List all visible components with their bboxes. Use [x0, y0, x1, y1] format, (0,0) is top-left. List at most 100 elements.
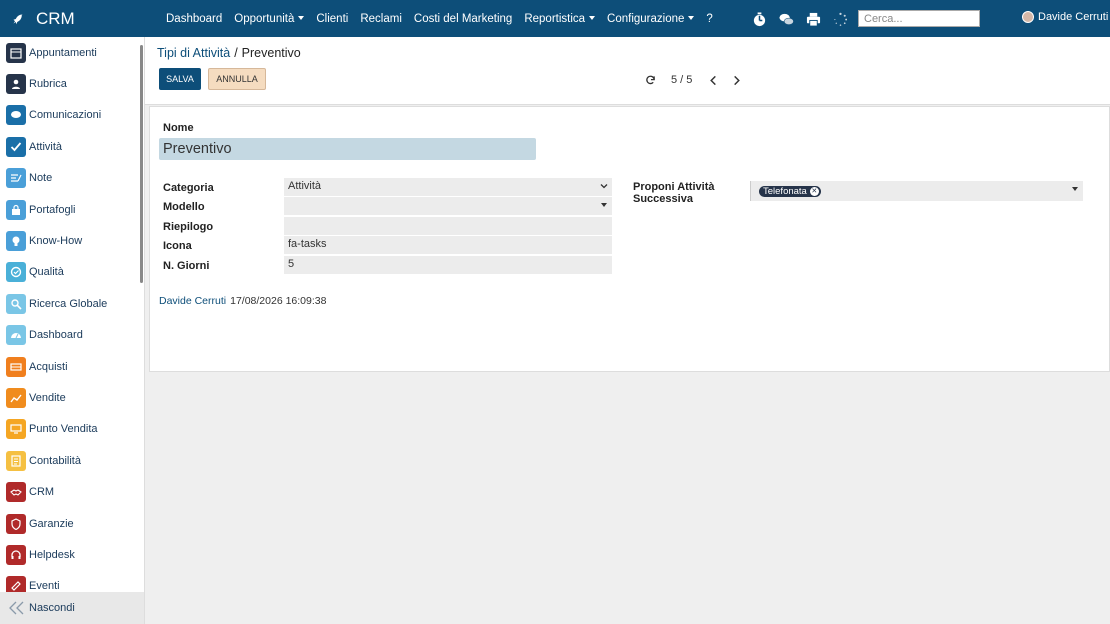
cancel-button[interactable]: ANNULLA: [208, 68, 266, 90]
chat-icon: [6, 105, 26, 126]
modello-field[interactable]: [284, 197, 612, 215]
pager-previous-button[interactable]: [708, 75, 719, 86]
sidebar-item-contabilita[interactable]: Contabilità: [0, 445, 144, 476]
tag-label: Telefonata: [763, 186, 807, 197]
caret-down-icon[interactable]: [1072, 187, 1078, 191]
giorni-field[interactable]: 5: [284, 256, 612, 274]
tag-remove-icon[interactable]: ✕: [809, 187, 819, 196]
sidebar-item-dashboard[interactable]: Dashboard: [0, 320, 144, 351]
sidebar-item-label: Dashboard: [29, 329, 83, 342]
categoria-label: Categoria: [163, 182, 214, 194]
control-panel: Tipi di Attività / Preventivo SALVA ANNULL…: [145, 37, 1110, 105]
sidebar-item-know-how[interactable]: Know-How: [0, 225, 144, 256]
shield-icon: [6, 513, 26, 534]
sidebar-item-label: Acquisti: [29, 360, 68, 373]
name-input[interactable]: [159, 138, 536, 160]
cart-icon: [6, 356, 26, 377]
pager-value[interactable]: 5 / 5: [671, 74, 692, 86]
menu-help[interactable]: ?: [706, 13, 712, 25]
lock-icon: [6, 199, 26, 220]
proponi-field[interactable]: Telefonata ✕: [750, 181, 1083, 201]
contacts-icon: [6, 74, 26, 95]
sidebar-item-qualita[interactable]: Qualità: [0, 257, 144, 288]
sidebar-list: Appuntamenti Rubrica Comunicazioni Attiv…: [0, 37, 144, 602]
sidebar-item-label: Eventi: [29, 580, 60, 593]
handshake-icon: [6, 482, 26, 503]
sidebar-item-ricerca-globale[interactable]: Ricerca Globale: [0, 288, 144, 319]
menu-reportistica[interactable]: Reportistica: [524, 13, 595, 25]
caret-down-icon: [601, 203, 607, 207]
search-input[interactable]: [858, 10, 980, 27]
sidebar-item-label: Know-How: [29, 235, 83, 248]
discuss-icon[interactable]: [777, 10, 795, 28]
tag-telefonata: Telefonata ✕: [759, 186, 821, 197]
refresh-icon[interactable]: [645, 75, 656, 86]
sidebar-item-label: Vendite: [29, 391, 66, 404]
app-brand[interactable]: CRM: [0, 9, 150, 29]
note-icon: [6, 168, 26, 189]
app-name: CRM: [36, 8, 75, 28]
riepilogo-field[interactable]: [284, 217, 612, 235]
sidebar-item-portafogli[interactable]: Portafogli: [0, 194, 144, 225]
modello-label: Modello: [163, 201, 205, 213]
pager-next-button[interactable]: [731, 75, 742, 86]
user-name: Davide Cerruti: [1038, 11, 1109, 23]
loading-icon: [831, 10, 849, 28]
giorni-value: 5: [288, 258, 295, 270]
proponi-label-line1: Proponi Attività: [633, 181, 715, 193]
name-label: Nome: [163, 122, 194, 134]
sidebar-item-acquisti[interactable]: Acquisti: [0, 351, 144, 382]
sidebar-item-comunicazioni[interactable]: Comunicazioni: [0, 100, 144, 131]
headset-icon: [6, 544, 26, 565]
menu-clienti[interactable]: Clienti: [316, 13, 348, 25]
sidebar-item-note[interactable]: Note: [0, 163, 144, 194]
icona-value: fa-tasks: [288, 238, 327, 250]
form-sheet: Nome Categoria Attività Modello Riepilog…: [149, 106, 1110, 372]
menu-dashboard[interactable]: Dashboard: [166, 13, 222, 25]
menu-costi-marketing[interactable]: Costi del Marketing: [414, 13, 512, 25]
proponi-label-line2: Successiva: [633, 193, 693, 205]
save-button[interactable]: SALVA: [159, 68, 201, 90]
pager: 5 / 5: [645, 74, 748, 86]
menu-reclami[interactable]: Reclami: [360, 13, 402, 25]
breadcrumb-parent-link[interactable]: Tipi di Attività: [157, 46, 230, 60]
print-icon[interactable]: [804, 10, 822, 28]
sidebar-item-garanzie[interactable]: Garanzie: [0, 508, 144, 539]
icona-field[interactable]: fa-tasks: [284, 236, 612, 254]
chevron-left-icon: [710, 75, 717, 85]
sidebar-item-crm[interactable]: CRM: [0, 476, 144, 507]
sidebar-item-helpdesk[interactable]: Helpdesk: [0, 539, 144, 570]
sidebar-item-punto-vendita[interactable]: Punto Vendita: [0, 414, 144, 445]
sidebar-item-label: Contabilità: [29, 454, 81, 467]
user-menu[interactable]: Davide Cerruti: [1022, 11, 1108, 23]
sidebar-collapse-button[interactable]: Nascondi: [0, 592, 144, 624]
sidebar-item-appuntamenti[interactable]: Appuntamenti: [0, 37, 144, 68]
audit-date: 17/08/2026 16:09:38: [230, 295, 327, 307]
calendar-icon: [6, 42, 26, 63]
riepilogo-label: Riepilogo: [163, 221, 214, 233]
categoria-field[interactable]: Attività: [284, 178, 612, 196]
main-menu: Dashboard Opportunità Clienti Reclami Co…: [160, 13, 719, 25]
ledger-icon: [6, 450, 26, 471]
breadcrumb: Tipi di Attività / Preventivo: [157, 46, 301, 60]
chevron-down-icon: [600, 184, 608, 189]
top-navbar: CRM Dashboard Opportunità Clienti Reclam…: [0, 0, 1110, 37]
audit-user-link[interactable]: Davide Cerruti: [159, 295, 226, 307]
timer-icon[interactable]: [750, 10, 768, 28]
sidebar-item-attivita[interactable]: Attività: [0, 131, 144, 162]
bulb-icon: [6, 231, 26, 252]
sidebar-item-vendite[interactable]: Vendite: [0, 382, 144, 413]
check-icon: [6, 136, 26, 157]
avatar: [1022, 11, 1034, 23]
sidebar-item-label: Note: [29, 172, 53, 185]
sidebar-item-label: Ricerca Globale: [29, 297, 108, 310]
menu-configurazione[interactable]: Configurazione: [607, 13, 694, 25]
menu-opportunita[interactable]: Opportunità: [234, 13, 304, 25]
sidebar-scrollbar[interactable]: [140, 45, 143, 283]
quality-icon: [6, 262, 26, 283]
sidebar-item-label: Qualità: [29, 266, 64, 279]
breadcrumb-separator: /: [234, 46, 238, 60]
nav-icons: [750, 10, 858, 28]
sidebar-item-label: Appuntamenti: [29, 46, 97, 59]
sidebar-item-rubrica[interactable]: Rubrica: [0, 68, 144, 99]
